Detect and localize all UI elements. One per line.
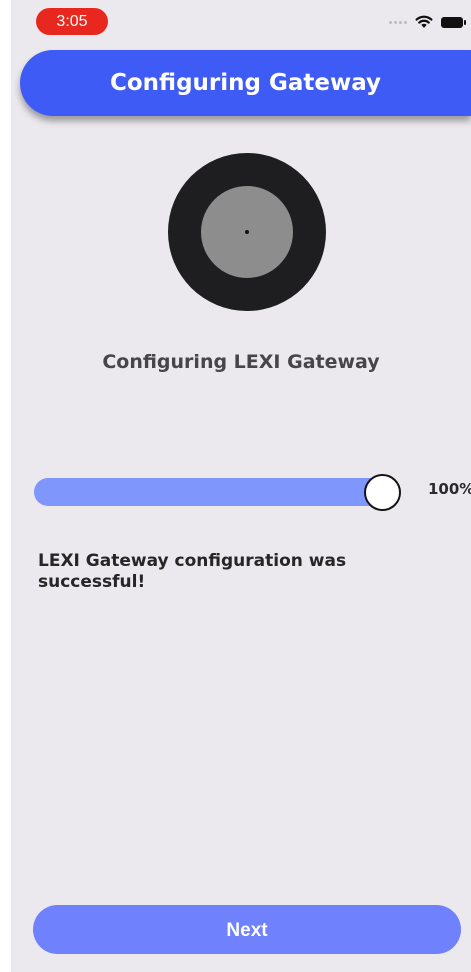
progress-thumb[interactable] <box>364 474 401 511</box>
wifi-icon <box>415 15 433 28</box>
gateway-device-icon <box>168 153 326 311</box>
progress-track <box>34 478 396 506</box>
battery-icon <box>441 16 466 28</box>
app-screen: 3:05 Configuring Gateway Configuring LEX… <box>11 0 471 972</box>
status-message: LEXI Gateway configuration was successfu… <box>38 551 347 592</box>
status-icons <box>389 12 466 32</box>
signal-dots-icon <box>389 20 407 24</box>
next-button[interactable]: Next <box>33 905 461 954</box>
progress-percent: 100% <box>428 480 471 498</box>
status-time: 3:05 <box>36 8 108 35</box>
page-title: Configuring Gateway <box>109 70 382 96</box>
status-bar: 3:05 <box>11 0 471 40</box>
header-bar: Configuring Gateway <box>20 50 471 116</box>
device-caption: Configuring LEXI Gateway <box>102 351 380 373</box>
